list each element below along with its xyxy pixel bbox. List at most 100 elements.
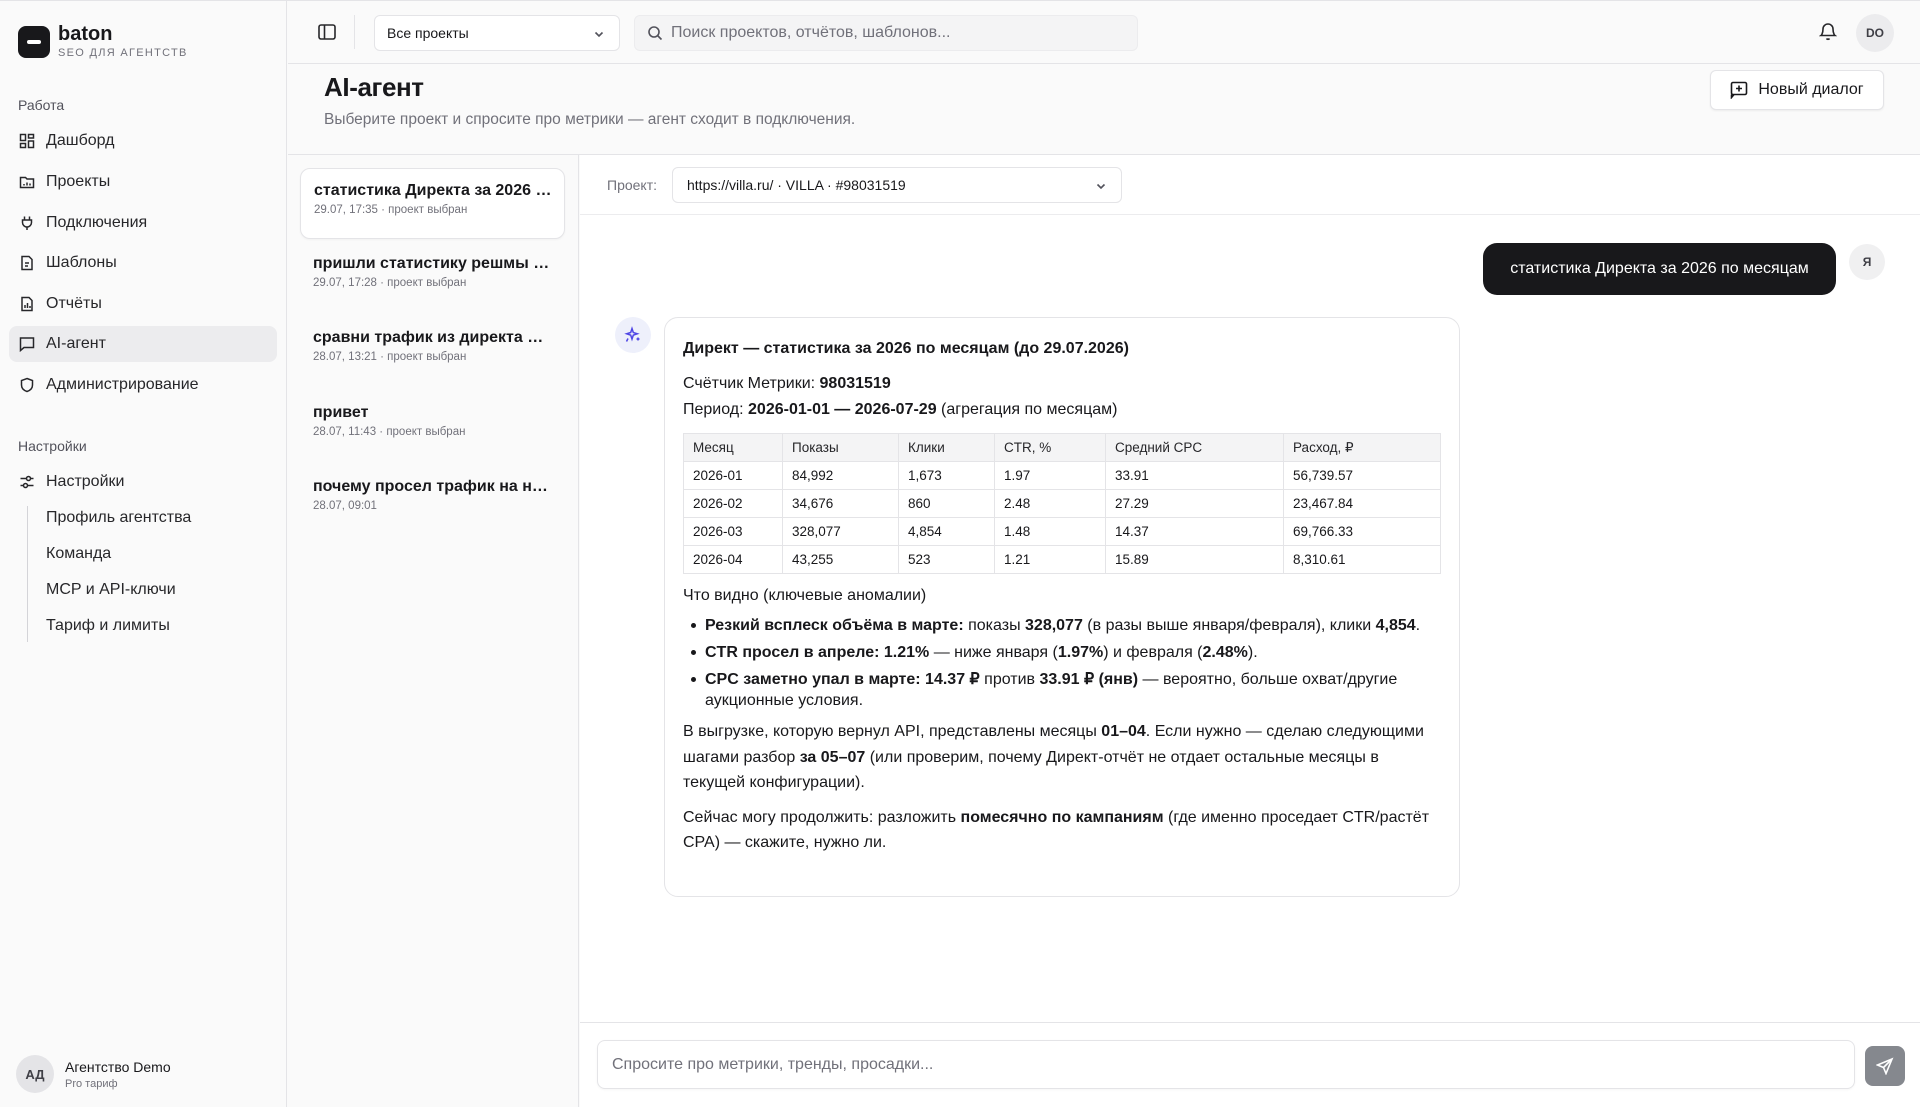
table-cell: 15.89 xyxy=(1105,545,1284,574)
table-row: 2026-03 328,077 4,854 1.48 14.37 69,766.… xyxy=(683,517,1441,546)
dialog-history: статистика Директа за 2026 по месяцам 29… xyxy=(288,155,579,1107)
table-cell: 27.29 xyxy=(1105,489,1284,518)
table-cell: 84,992 xyxy=(782,461,899,490)
account-menu[interactable]: АД Агентство Demo Pro тариф xyxy=(16,1055,171,1093)
table-cell: 2.48 xyxy=(994,489,1106,518)
topbar: Все проекты DO xyxy=(288,1,1920,64)
sidebar-item-label: Проекты xyxy=(46,173,111,190)
search-icon xyxy=(648,26,663,41)
table-cell: 23,467.84 xyxy=(1283,489,1441,518)
account-name: Агентство Demo xyxy=(65,1058,171,1075)
table-cell: 2026-04 xyxy=(683,545,783,574)
topbar-divider xyxy=(354,15,355,49)
sliders-icon xyxy=(19,474,35,490)
history-item-meta: 28.07, 11:43 · проект выбран xyxy=(313,426,466,438)
send-button[interactable] xyxy=(1865,1046,1905,1086)
section-label-settings: Настройки xyxy=(18,438,87,454)
sidebar-item-reports[interactable]: Отчёты xyxy=(9,286,277,322)
metrics-table: Месяц Показы Клики CTR, % Средний CPC Ра… xyxy=(683,433,1441,574)
sidebar-item-projects[interactable]: Проекты xyxy=(9,164,277,200)
table-cell: 1.48 xyxy=(994,517,1106,546)
table-header-row: Месяц Показы Клики CTR, % Средний CPC Ра… xyxy=(683,433,1441,462)
anomalies-list: Резкий всплеск объёма в марте: показы 32… xyxy=(683,615,1441,711)
table-cell: 4,854 xyxy=(898,517,995,546)
sidebar-item-label: Отчёты xyxy=(46,295,102,312)
template-icon xyxy=(19,255,35,271)
sidebar-subitem-mcp-api-keys[interactable]: MCP и API-ключи xyxy=(46,578,176,602)
sidebar-subitem-agency-profile[interactable]: Профиль агентства xyxy=(46,506,191,530)
column-header: CTR, % xyxy=(994,433,1106,462)
section-label-work: Работа xyxy=(18,97,65,113)
table-cell: 328,077 xyxy=(782,517,899,546)
user-message: статистика Директа за 2026 по месяцам xyxy=(1483,243,1836,295)
sidebar-toggle-icon[interactable] xyxy=(318,24,336,40)
history-item[interactable]: почему просел трафик на неделе 28.07, 09… xyxy=(300,465,565,536)
table-cell: 2026-01 xyxy=(683,461,783,490)
history-item[interactable]: привет 28.07, 11:43 · проект выбран xyxy=(300,391,565,462)
list-item: Резкий всплеск объёма в марте: показы 32… xyxy=(691,615,1441,636)
project-label: Проект: xyxy=(607,177,658,193)
project-filter-select[interactable]: Все проекты xyxy=(374,15,620,51)
assistant-message: Директ — статистика за 2026 по месяцам (… xyxy=(664,317,1460,897)
user-avatar[interactable]: DO xyxy=(1856,14,1894,52)
new-dialog-button[interactable]: Новый диалог xyxy=(1710,70,1884,110)
sidebar-item-dashboard[interactable]: Дашборд xyxy=(9,123,277,159)
table-cell: 33.91 xyxy=(1105,461,1284,490)
composer xyxy=(580,1022,1920,1107)
sidebar-item-connections[interactable]: Подключения xyxy=(9,205,277,241)
history-item-meta: 29.07, 17:28 · проект выбран xyxy=(313,277,467,289)
table-cell: 523 xyxy=(898,545,995,574)
send-icon xyxy=(1876,1057,1894,1075)
project-select[interactable]: https://villa.ru/ · VILLA · #98031519 xyxy=(672,167,1122,203)
search-input[interactable] xyxy=(671,24,1111,42)
history-item[interactable]: статистика Директа за 2026 по месяцам 29… xyxy=(300,168,565,239)
account-avatar: АД xyxy=(16,1055,54,1093)
anomalies-title: Что видно (ключевые аномалии) xyxy=(683,587,927,604)
answer-counter: Счётчик Метрики: 98031519 xyxy=(683,375,891,392)
bell-icon[interactable] xyxy=(1818,21,1838,46)
history-item-meta: 28.07, 09:01 xyxy=(313,500,377,512)
sidebar-item-label: Настройки xyxy=(46,473,125,490)
page-header: AI-агент Выберите проект и спросите про … xyxy=(288,64,1920,155)
list-item: CTR просел в апреле: 1.21% — ниже января… xyxy=(691,642,1441,663)
history-item[interactable]: сравни трафик из директа и поиска 28.07,… xyxy=(300,316,565,387)
sidebar-subitem-plan-limits[interactable]: Тариф и лимиты xyxy=(46,614,170,638)
project-filter-value: Все проекты xyxy=(387,25,469,41)
brand[interactable]: baton SEO ДЛЯ АГЕНТСТВ xyxy=(18,23,188,60)
account-plan: Pro тариф xyxy=(65,1077,118,1090)
folder-icon xyxy=(19,174,35,190)
history-item-meta: 29.07, 17:35 · проект выбран xyxy=(314,204,468,216)
table-cell: 34,676 xyxy=(782,489,899,518)
sidebar-item-ai-agent[interactable]: AI-агент xyxy=(9,326,277,362)
sidebar-item-label: Дашборд xyxy=(46,132,115,149)
column-header: Месяц xyxy=(683,433,783,462)
answer-paragraph: Сейчас могу продолжить: разложить помеся… xyxy=(683,808,1430,852)
sidebar-subitem-team[interactable]: Команда xyxy=(46,542,111,566)
global-search[interactable] xyxy=(634,15,1138,51)
sidebar-item-label: AI-агент xyxy=(46,335,106,352)
page-subtitle: Выберите проект и спросите про метрики —… xyxy=(324,111,856,128)
settings-submenu-line xyxy=(27,506,28,642)
sidebar-item-settings[interactable]: Настройки xyxy=(9,464,277,500)
history-item-title: статистика Директа за 2026 по месяцам xyxy=(314,182,554,199)
table-cell: 56,739.57 xyxy=(1283,461,1441,490)
user-message-avatar: Я xyxy=(1849,244,1885,280)
column-header: Показы xyxy=(782,433,899,462)
project-select-value: https://villa.ru/ · VILLA · #98031519 xyxy=(687,177,906,193)
column-header: Расход, ₽ xyxy=(1283,433,1441,462)
history-item[interactable]: пришли статистику решмы за 2026 29.07, 1… xyxy=(300,242,565,313)
message-input[interactable] xyxy=(597,1040,1855,1089)
answer-paragraph: В выгрузке, которую вернул API, представ… xyxy=(683,723,1424,791)
new-chat-icon xyxy=(1731,81,1748,99)
project-picker-row: Проект: https://villa.ru/ · VILLA · #980… xyxy=(580,155,1920,215)
report-icon xyxy=(19,296,35,312)
column-header: Средний CPC xyxy=(1105,433,1284,462)
sidebar-item-label: Администрирование xyxy=(46,376,199,393)
table-cell: 69,766.33 xyxy=(1283,517,1441,546)
table-cell: 2026-03 xyxy=(683,517,783,546)
sidebar-item-templates[interactable]: Шаблоны xyxy=(9,245,277,281)
sidebar-item-administration[interactable]: Администрирование xyxy=(9,367,277,403)
history-item-title: сравни трафик из директа и поиска xyxy=(313,329,553,346)
history-item-title: почему просел трафик на неделе xyxy=(313,478,553,495)
brand-logo-icon xyxy=(18,25,50,58)
